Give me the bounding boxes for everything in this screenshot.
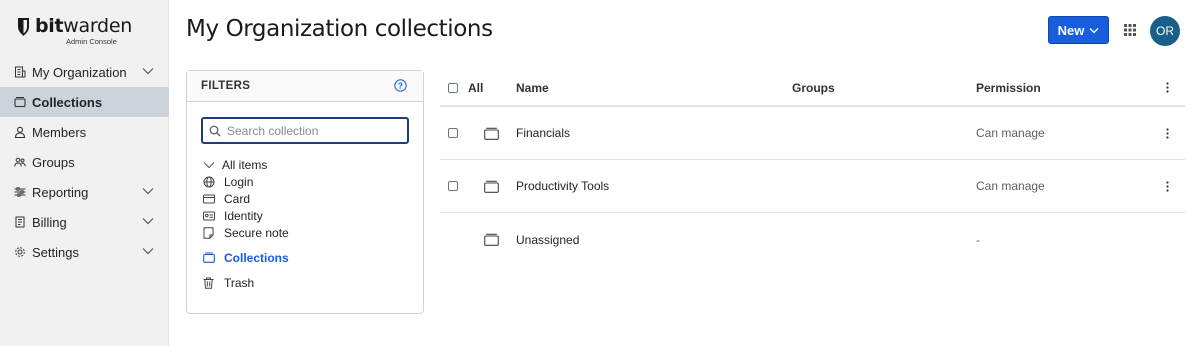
filter-card[interactable]: Card	[202, 190, 289, 207]
filters-title: FILTERS	[201, 80, 251, 92]
globe-icon	[202, 176, 215, 188]
column-header-groups: Groups	[792, 80, 835, 95]
table-row[interactable]: Productivity Tools Can manage	[440, 160, 1185, 213]
table-header: All Name Groups Permission	[440, 70, 1185, 107]
table-row[interactable]: Financials Can manage	[440, 107, 1185, 160]
row-checkbox[interactable]	[448, 181, 458, 191]
collection-permission: -	[976, 232, 980, 247]
sidebar: bitwarden Admin Console My Organization …	[0, 0, 169, 346]
filters-header: FILTERS ?	[187, 71, 423, 102]
collection-icon	[14, 96, 26, 108]
collection-name[interactable]: Productivity Tools	[516, 160, 609, 212]
chevron-down-icon[interactable]	[202, 159, 215, 171]
filter-label: Collections	[224, 250, 289, 265]
more-options-icon	[1166, 180, 1169, 192]
gear-icon	[14, 246, 26, 258]
sidebar-item-label: Members	[32, 124, 87, 140]
search-icon	[209, 125, 221, 136]
filter-label: Login	[224, 174, 254, 189]
filter-all-items[interactable]: All items	[202, 156, 289, 173]
filter-trash[interactable]: Trash	[202, 274, 289, 291]
logo-text-light: warden	[63, 15, 132, 37]
collection-icon	[484, 233, 499, 246]
logo-text-bold: bit	[35, 15, 64, 37]
card-icon	[202, 193, 215, 205]
sidebar-item-members[interactable]: Members	[0, 117, 169, 147]
filter-label: Trash	[224, 275, 255, 290]
sidebar-item-label: Reporting	[32, 184, 89, 200]
sidebar-nav: My Organization Collections Members Grou…	[0, 57, 169, 267]
chevron-down-icon[interactable]	[142, 217, 154, 225]
collection-icon	[484, 127, 499, 140]
filter-secure-note[interactable]: Secure note	[202, 224, 289, 241]
collection-permission: Can manage	[976, 179, 1045, 193]
filter-tree: All items Login Card Identity Secure not…	[202, 156, 289, 291]
filter-login[interactable]: Login	[202, 173, 289, 190]
collection-name[interactable]: Unassigned	[516, 213, 579, 266]
shield-logo-icon	[18, 18, 29, 36]
sidebar-item-groups[interactable]: Groups	[0, 147, 169, 177]
sliders-icon	[14, 186, 26, 198]
new-button-label: New	[1057, 22, 1085, 38]
page-title: My Organization collections	[186, 16, 493, 42]
chevron-down-icon	[1089, 27, 1099, 33]
select-all-label[interactable]: All	[468, 81, 483, 95]
collection-name[interactable]: Financials	[516, 107, 570, 159]
header-options-button[interactable]	[1166, 70, 1169, 105]
sidebar-item-label: Groups	[32, 154, 75, 170]
select-all-group: All	[448, 70, 483, 105]
filter-collections[interactable]: Collections	[202, 249, 289, 266]
filter-label: Card	[224, 191, 251, 206]
sidebar-item-label: Settings	[32, 244, 79, 260]
note-icon	[202, 226, 215, 239]
collection-permission: Can manage	[976, 126, 1045, 140]
new-button[interactable]: New	[1048, 16, 1109, 44]
sidebar-item-my-organization[interactable]: My Organization	[0, 57, 169, 87]
more-options-icon	[1166, 82, 1169, 93]
product-switcher-icon[interactable]	[1122, 22, 1138, 38]
sidebar-item-billing[interactable]: Billing	[0, 207, 169, 237]
trash-icon	[202, 277, 215, 289]
bitwarden-logo[interactable]: bitwarden	[17, 16, 132, 37]
filter-label: Identity	[224, 208, 263, 223]
sidebar-item-label: My Organization	[32, 64, 127, 80]
filter-label: Secure note	[224, 225, 289, 240]
row-checkbox[interactable]	[448, 128, 458, 138]
search-input[interactable]	[201, 117, 409, 144]
sidebar-item-label: Billing	[32, 214, 67, 230]
column-header-permission: Permission	[976, 80, 1041, 95]
more-options-icon	[1166, 127, 1169, 139]
users-icon	[14, 156, 26, 168]
id-card-icon	[202, 210, 215, 222]
chevron-down-icon[interactable]	[142, 247, 154, 255]
sidebar-item-settings[interactable]: Settings	[0, 237, 169, 267]
row-options-button[interactable]	[1166, 160, 1169, 212]
user-icon	[14, 126, 26, 138]
help-icon[interactable]: ?	[394, 79, 407, 92]
select-all-checkbox[interactable]	[448, 82, 458, 93]
building-icon	[14, 66, 26, 78]
collection-icon	[484, 180, 499, 193]
row-options-button[interactable]	[1166, 107, 1169, 159]
billing-icon	[14, 216, 26, 228]
chevron-down-icon[interactable]	[142, 187, 154, 195]
table-row[interactable]: Unassigned -	[440, 213, 1185, 266]
logo-subtitle: Admin Console	[66, 37, 117, 46]
collections-table: All Name Groups Permission Financials Ca…	[440, 70, 1185, 266]
filter-label: All items	[222, 157, 268, 172]
search-collection-field[interactable]	[227, 123, 397, 138]
sidebar-item-collections[interactable]: Collections	[0, 87, 169, 117]
svg-text:?: ?	[398, 81, 404, 91]
chevron-down-icon[interactable]	[142, 67, 154, 75]
filters-panel: FILTERS ? All items Login Card	[186, 70, 424, 314]
sidebar-item-label: Collections	[32, 94, 103, 110]
column-header-name[interactable]: Name	[516, 70, 549, 105]
filter-identity[interactable]: Identity	[202, 207, 289, 224]
avatar[interactable]: OR	[1150, 16, 1180, 46]
collection-icon	[202, 252, 215, 264]
sidebar-item-reporting[interactable]: Reporting	[0, 177, 169, 207]
